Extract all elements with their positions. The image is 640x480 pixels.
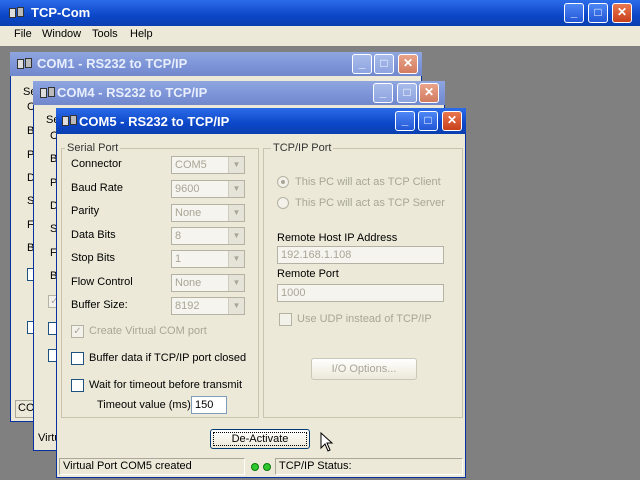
com1-titlebar[interactable]: COM1 - RS232 to TCP/IP _ □ ✕ xyxy=(10,52,422,76)
com5-close-button[interactable]: ✕ xyxy=(442,111,462,131)
tcp-server-radio[interactable] xyxy=(277,197,289,209)
com4-title: COM4 - RS232 to TCP/IP xyxy=(57,85,208,100)
stop-bits-label: Stop Bits xyxy=(71,252,116,264)
led-indicator-2 xyxy=(263,463,271,471)
remote-port-input[interactable]: 1000 xyxy=(277,284,444,302)
com5-minimize-button[interactable]: _ xyxy=(395,111,415,131)
remote-host-label: Remote Host IP Address xyxy=(277,232,398,244)
timeout-value-label: Timeout value (ms): xyxy=(97,399,194,411)
remote-port-value: 1000 xyxy=(281,287,306,299)
chevron-down-icon: ▼ xyxy=(228,181,244,197)
buffer-size-value: 8192 xyxy=(175,300,200,312)
buffer-size-select[interactable]: 8192 ▼ xyxy=(171,297,245,315)
menu-window[interactable]: Window xyxy=(42,28,81,40)
remote-host-value: 192.168.1.108 xyxy=(281,249,352,261)
main-titlebar[interactable]: TCP-Com _ □ ✕ xyxy=(0,0,640,26)
tcp-client-radio[interactable] xyxy=(277,176,289,188)
com4-maximize-button[interactable]: □ xyxy=(397,83,417,103)
chevron-down-icon: ▼ xyxy=(228,275,244,291)
wait-timeout-label: Wait for timeout before transmit xyxy=(89,379,243,391)
serial-port-group-label: Serial Port xyxy=(65,142,121,154)
close-button[interactable]: ✕ xyxy=(612,3,632,23)
tcp-server-label: This PC will act as TCP Server xyxy=(295,197,445,209)
main-title: TCP-Com xyxy=(31,5,91,20)
flow-control-select[interactable]: None ▼ xyxy=(171,274,245,292)
deactivate-label: De-Activate xyxy=(231,433,289,445)
deactivate-button[interactable]: De-Activate xyxy=(210,429,310,449)
com4-titlebar[interactable]: COM4 - RS232 to TCP/IP _ □ ✕ xyxy=(33,81,445,105)
timeout-value: 150 xyxy=(195,399,214,411)
io-options-button[interactable]: I/O Options... xyxy=(311,358,417,380)
menu-help[interactable]: Help xyxy=(130,28,153,40)
connector-label: Connector xyxy=(71,158,122,170)
create-virtual-com-label: Create Virtual COM port xyxy=(89,325,207,337)
connector-value: COM5 xyxy=(175,159,207,171)
com4-icon xyxy=(39,86,57,100)
baud-rate-value: 9600 xyxy=(175,183,200,195)
com4-close-button[interactable]: ✕ xyxy=(419,83,439,103)
menu-file[interactable]: File xyxy=(14,28,32,40)
com1-icon xyxy=(16,57,34,71)
use-udp-checkbox[interactable] xyxy=(279,313,292,326)
app-icon xyxy=(8,6,26,20)
com1-close-button[interactable]: ✕ xyxy=(398,54,418,74)
com4-minimize-button[interactable]: _ xyxy=(373,83,393,103)
buffer-size-label: Buffer Size: xyxy=(71,299,128,311)
timeout-value-input[interactable]: 150 xyxy=(191,396,227,414)
baud-rate-label: Baud Rate xyxy=(71,182,123,194)
com1-title: COM1 - RS232 to TCP/IP xyxy=(37,56,188,71)
status-left-text: Virtual Port COM5 created xyxy=(63,460,192,472)
wait-timeout-checkbox[interactable] xyxy=(71,379,84,392)
remote-host-input[interactable]: 192.168.1.108 xyxy=(277,246,444,264)
io-options-label: I/O Options... xyxy=(331,363,397,375)
com1-minimize-button[interactable]: _ xyxy=(352,54,372,74)
parity-label: Parity xyxy=(71,205,100,217)
menu-tools[interactable]: Tools xyxy=(92,28,118,40)
menu-bar: File Window Tools Help xyxy=(0,26,640,44)
status-right: TCP/IP Status: xyxy=(275,458,463,475)
com5-icon xyxy=(61,114,79,128)
com1-maximize-button[interactable]: □ xyxy=(374,54,394,74)
status-left: Virtual Port COM5 created xyxy=(59,458,245,475)
maximize-button[interactable]: □ xyxy=(588,3,608,23)
use-udp-label: Use UDP instead of TCP/IP xyxy=(297,313,432,325)
com5-title: COM5 - RS232 to TCP/IP xyxy=(79,114,230,129)
baud-rate-select[interactable]: 9600 ▼ xyxy=(171,180,245,198)
mouse-cursor-icon xyxy=(320,432,334,452)
led-indicator-1 xyxy=(251,463,259,471)
data-bits-label: Data Bits xyxy=(71,229,116,241)
status-right-text: TCP/IP Status: xyxy=(279,460,352,472)
data-bits-value: 8 xyxy=(175,230,182,242)
tcpip-port-group-label: TCP/IP Port xyxy=(271,142,334,154)
stop-bits-select[interactable]: 1 ▼ xyxy=(171,250,245,268)
chevron-down-icon: ▼ xyxy=(228,205,244,221)
com5-titlebar[interactable]: COM5 - RS232 to TCP/IP _ □ ✕ xyxy=(56,108,466,134)
com5-window[interactable]: COM5 - RS232 to TCP/IP _ □ ✕ Serial Port… xyxy=(56,108,466,478)
flow-control-label: Flow Control xyxy=(71,276,133,288)
buffer-closed-checkbox[interactable] xyxy=(71,352,84,365)
minimize-button[interactable]: _ xyxy=(564,3,584,23)
parity-value: None xyxy=(175,207,202,219)
chevron-down-icon: ▼ xyxy=(228,298,244,314)
parity-select[interactable]: None ▼ xyxy=(171,204,245,222)
remote-port-label: Remote Port xyxy=(277,268,339,280)
create-virtual-com-checkbox[interactable]: ✓ xyxy=(71,325,84,338)
data-bits-select[interactable]: 8 ▼ xyxy=(171,227,245,245)
chevron-down-icon: ▼ xyxy=(228,228,244,244)
tcp-client-label: This PC will act as TCP Client xyxy=(295,176,441,188)
buffer-closed-label: Buffer data if TCP/IP port closed xyxy=(89,352,247,364)
chevron-down-icon: ▼ xyxy=(228,251,244,267)
flow-control-value: None xyxy=(175,277,202,289)
chevron-down-icon: ▼ xyxy=(228,157,244,173)
com5-maximize-button[interactable]: □ xyxy=(418,111,438,131)
connector-select[interactable]: COM5 ▼ xyxy=(171,156,245,174)
stop-bits-value: 1 xyxy=(175,253,182,265)
